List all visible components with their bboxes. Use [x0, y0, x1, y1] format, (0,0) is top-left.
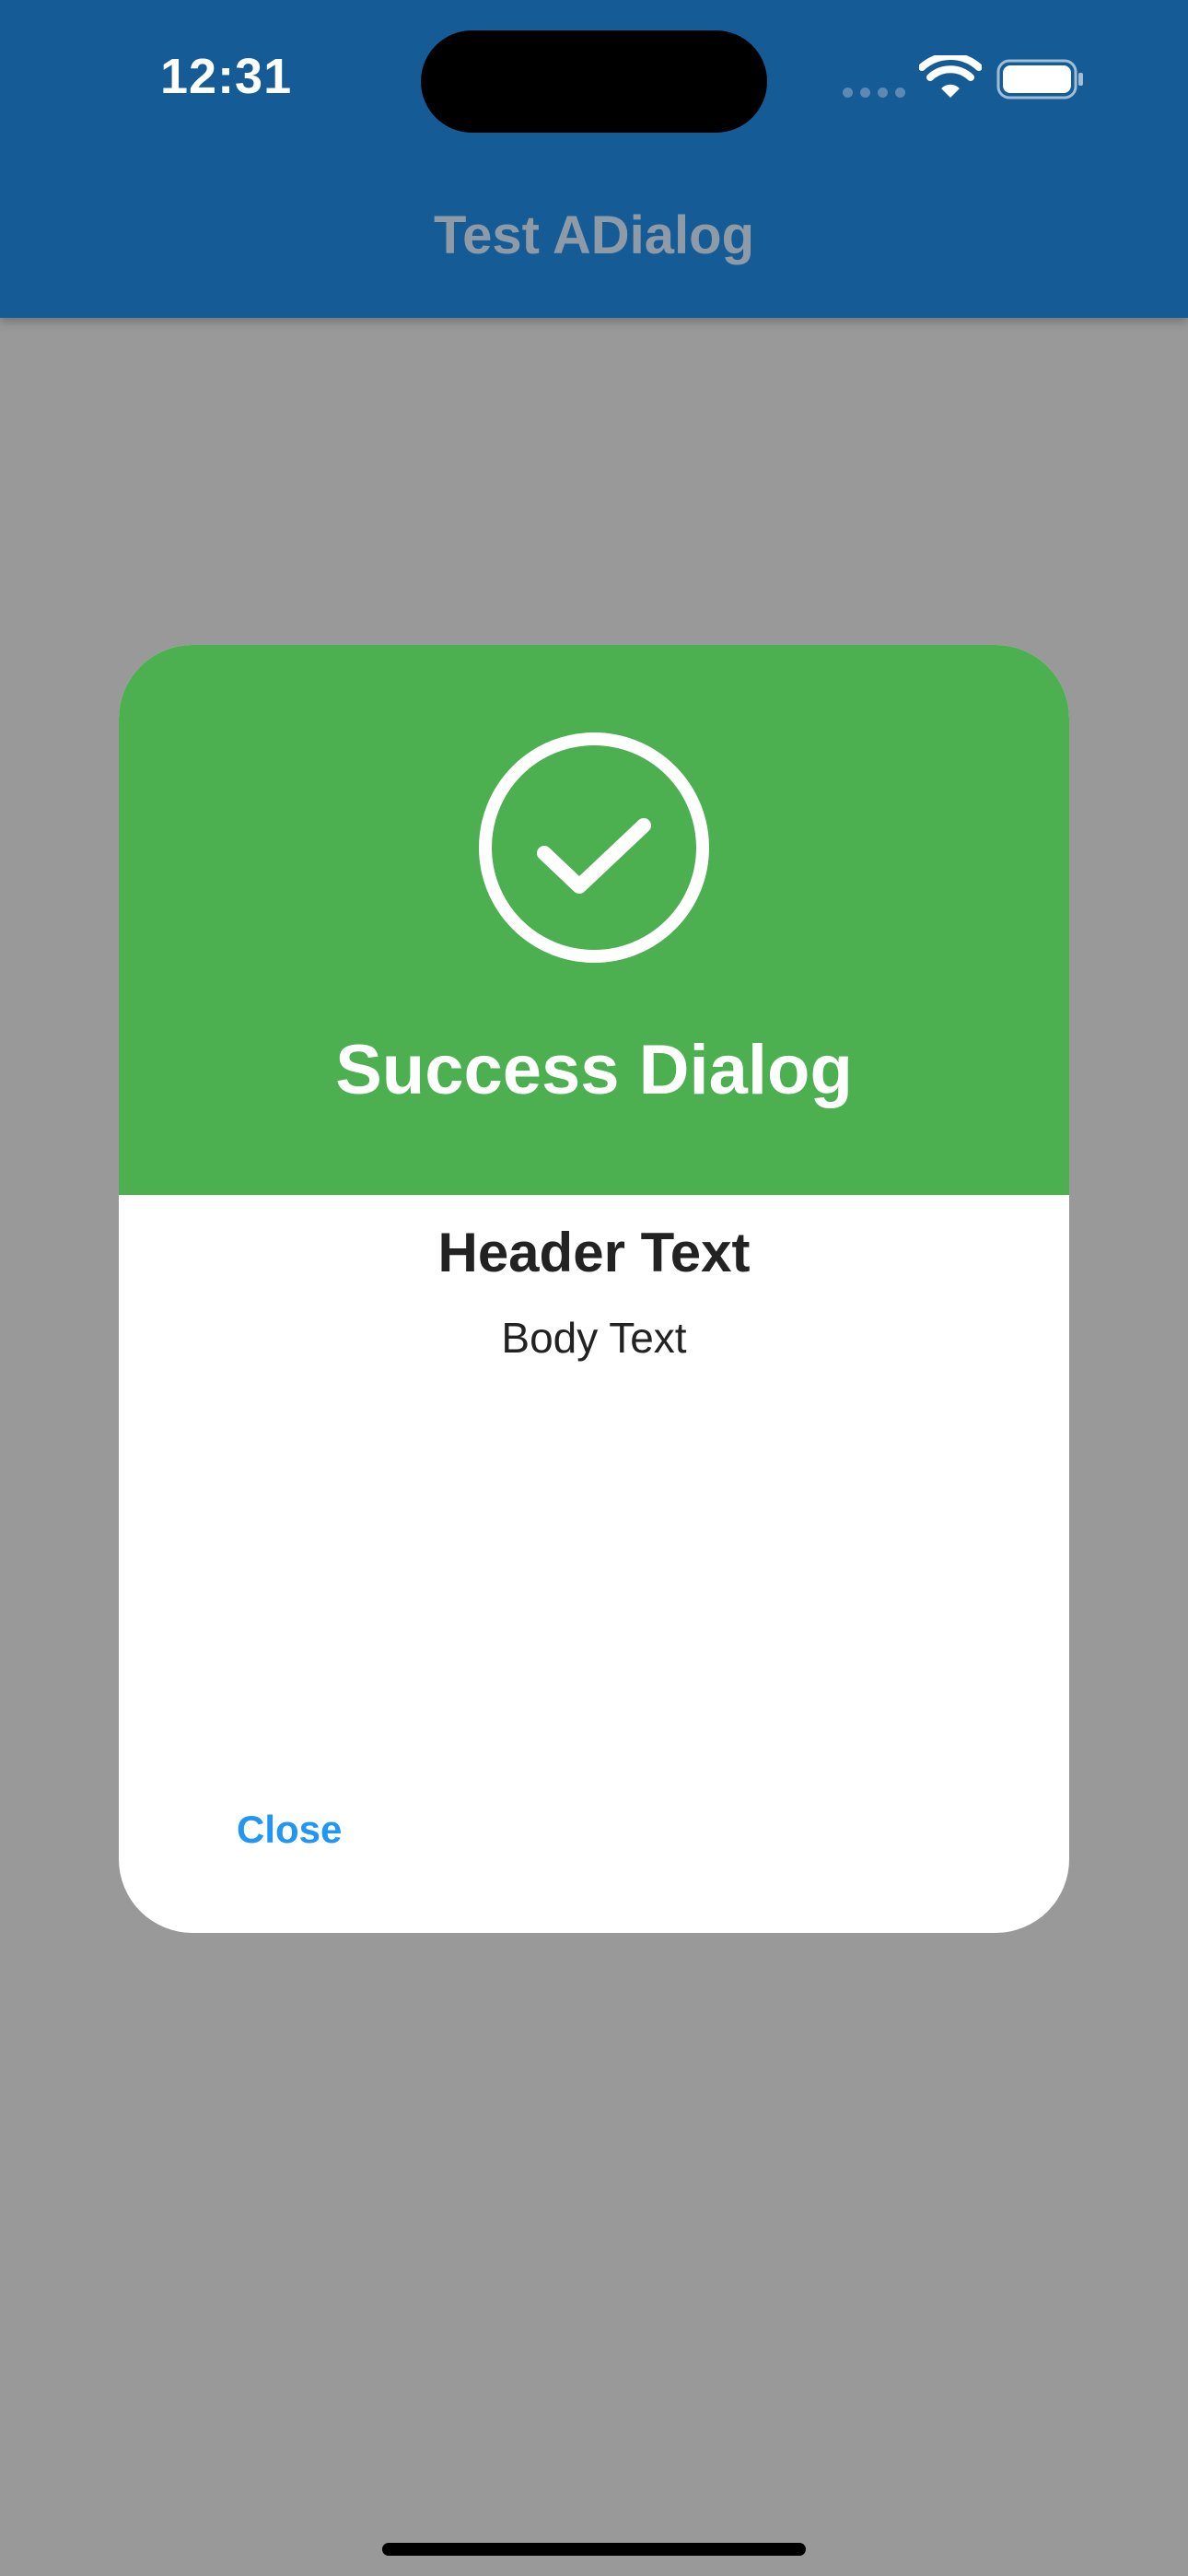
page-title: Test ADialog — [433, 205, 755, 265]
cellular-signal-icon — [843, 88, 907, 99]
dialog-body-text: Body Text — [501, 1314, 687, 1362]
battery-icon — [996, 59, 1083, 100]
check-circle-icon — [479, 732, 709, 963]
dialog-banner: Success Dialog — [119, 645, 1069, 1195]
close-button[interactable]: Close — [207, 1797, 371, 1863]
dynamic-island — [421, 30, 767, 133]
status-time: 12:31 — [160, 49, 293, 104]
dialog-title: Success Dialog — [335, 1031, 853, 1109]
wifi-icon — [919, 55, 982, 98]
app-header: 12:31 Test ADialog — [0, 0, 1188, 318]
dialog-header-text: Header Text — [437, 1222, 751, 1283]
success-dialog: Success Dialog Header Text Body Text Clo… — [119, 645, 1069, 1933]
home-indicator[interactable] — [382, 2543, 806, 2556]
